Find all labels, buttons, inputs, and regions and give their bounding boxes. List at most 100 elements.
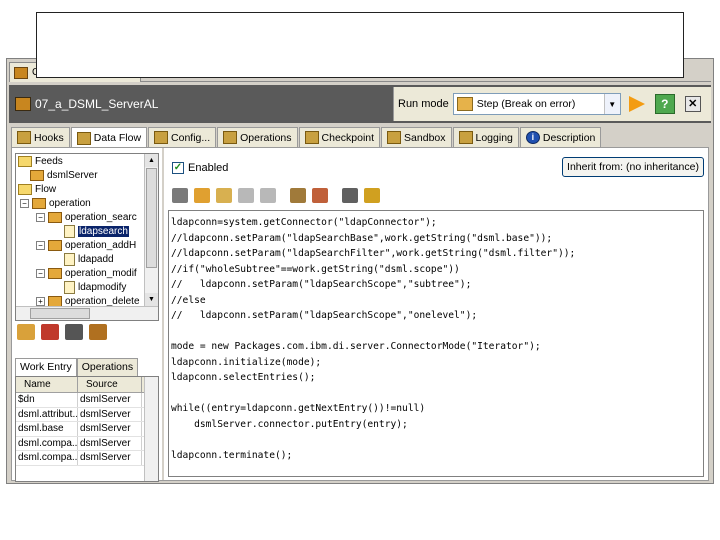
run-mode-value: Step (Break on error) (476, 98, 576, 110)
tree-item-operation[interactable]: − operation (20, 196, 91, 210)
inherit-from-button[interactable]: Inherit from: (no inheritance) (562, 157, 704, 177)
scroll-thumb[interactable] (30, 308, 90, 319)
cell-name: $dn (16, 393, 78, 407)
chevron-down-icon[interactable]: ▼ (603, 94, 620, 114)
tree-item-ldapsearch[interactable]: ldapsearch (64, 224, 129, 238)
run-mode-select[interactable]: Step (Break on error) ▼ (452, 93, 621, 115)
paste-icon[interactable] (216, 188, 232, 203)
table-row[interactable]: dsml.compa... dsmlServer (16, 436, 158, 451)
tree-item-feeds[interactable]: Feeds (18, 154, 63, 168)
cell-source: dsmlServer (78, 422, 142, 436)
tree-item-dsmlserver[interactable]: dsmlServer (30, 168, 98, 182)
tab-config[interactable]: Config... (148, 127, 217, 147)
scroll-down-icon[interactable]: ▼ (145, 293, 158, 306)
run-button[interactable] (628, 96, 645, 112)
tree-item-label: operation_searc (65, 211, 137, 223)
tree-item-operation-modify[interactable]: − operation_modif (36, 266, 137, 280)
tree-item-label: operation_delete (65, 295, 140, 307)
script-text[interactable]: ldapconn=system.getConnector("ldapConnec… (169, 211, 703, 463)
hooks-icon (17, 131, 31, 144)
scroll-up-icon[interactable]: ▲ (145, 154, 158, 167)
user-icon[interactable] (89, 324, 107, 340)
delete-icon[interactable] (41, 324, 59, 340)
tree-item-label: ldapadd (78, 253, 114, 265)
checkpoint-icon (304, 131, 319, 144)
copy-icon[interactable] (194, 188, 210, 203)
cell-source: dsmlServer (78, 393, 142, 407)
config-icon (154, 131, 169, 144)
editor-titlebar: 07_a_DSML_ServerAL Run mode Step (Break … (9, 85, 711, 123)
tab-checkpoint[interactable]: Checkpoint (298, 127, 381, 147)
enabled-label: Enabled (188, 162, 229, 174)
cut-icon[interactable] (172, 188, 188, 203)
redo-icon[interactable] (260, 188, 276, 203)
enabled-checkbox[interactable]: ✓ (172, 162, 184, 174)
cell-name: dsml.compa... (18, 436, 78, 450)
case-icon (48, 239, 62, 251)
replace-icon[interactable] (312, 188, 328, 203)
assembly-line-icon (15, 97, 31, 111)
find-icon[interactable] (290, 188, 306, 203)
application-window: C 07_a_DSML_ServerAL Run mode Step (Brea… (6, 58, 714, 484)
logging-icon (458, 131, 473, 144)
tree-item-operation-add[interactable]: − operation_addH (36, 238, 136, 252)
table-row[interactable]: dsml.compa... dsmlServer (16, 451, 158, 466)
tab-strip-line (141, 81, 711, 82)
scroll-thumb[interactable] (146, 168, 157, 268)
help-button[interactable]: ? (654, 94, 675, 114)
switch-icon (32, 197, 46, 209)
tab-label: Operations (240, 131, 292, 144)
collapse-icon[interactable]: − (36, 240, 45, 250)
table-row[interactable]: dsml.attribut... dsmlServer (16, 407, 158, 422)
collapse-icon[interactable]: − (20, 198, 29, 208)
speaker-icon[interactable] (342, 188, 358, 203)
undo-icon[interactable] (238, 188, 254, 203)
collapse-icon[interactable]: − (36, 268, 45, 278)
tree-item-ldapadd[interactable]: ldapadd (64, 252, 114, 266)
grid-vertical-scrollbar[interactable] (144, 377, 158, 481)
tree-item-operation-search[interactable]: − operation_searc (36, 210, 137, 224)
tree-item-label: Flow (35, 183, 57, 195)
tab-description[interactable]: i Description (519, 127, 602, 147)
expand-icon[interactable]: + (36, 296, 45, 306)
add-component-icon[interactable] (17, 324, 35, 340)
tab-operations[interactable]: Operations (217, 127, 298, 147)
table-row[interactable]: $dn dsmlServer (16, 393, 158, 408)
tab-data-flow[interactable]: Data Flow (70, 127, 148, 148)
edit-pencil-icon[interactable] (364, 188, 380, 203)
tab-logging[interactable]: Logging (452, 127, 519, 147)
script-icon (64, 252, 75, 266)
tab-sandbox[interactable]: Sandbox (381, 127, 452, 147)
attribute-map-icon[interactable] (65, 324, 83, 340)
tree-item-label: ldapsearch (78, 225, 129, 237)
tree-item-label: ldapmodify (78, 281, 127, 293)
tab-work-entry[interactable]: Work Entry (15, 358, 77, 376)
tree-toolbar (17, 324, 107, 340)
script-toolbar (172, 188, 380, 203)
tab-hooks[interactable]: Hooks (11, 127, 70, 147)
enabled-toggle[interactable]: ✓ Enabled (172, 162, 228, 174)
tree-item-flow[interactable]: Flow (18, 182, 56, 196)
script-icon (64, 280, 75, 294)
script-icon (64, 224, 75, 238)
collapse-icon[interactable]: − (36, 212, 45, 222)
column-header-name[interactable]: Name (16, 377, 78, 392)
flow-tree[interactable]: Feeds dsmlServer Flow − operation − operat… (15, 153, 159, 321)
tree-item-ldapmodify[interactable]: ldapmodify (64, 280, 126, 294)
tree-vertical-scrollbar[interactable]: ▲ ▼ (144, 154, 158, 306)
tab-operations-grid[interactable]: Operations (76, 358, 139, 376)
data-flow-icon (76, 131, 91, 145)
table-row[interactable]: dsml.base dsmlServer (16, 422, 158, 437)
tab-label: Hooks (34, 131, 64, 144)
cell-name: dsml.base (16, 422, 78, 436)
tree-horizontal-scrollbar[interactable] (16, 306, 158, 320)
column-header-source[interactable]: Source (78, 377, 142, 392)
panel-splitter[interactable] (162, 148, 164, 480)
tree-item-label: operation_modif (65, 267, 137, 279)
close-button[interactable]: ✕ (684, 96, 701, 112)
run-mode-panel: Run mode Step (Break on error) ▼ ? ✕ (393, 87, 711, 121)
script-editor[interactable]: ldapconn=system.getConnector("ldapConnec… (168, 210, 704, 477)
cell-name: dsml.attribut... (18, 407, 78, 421)
work-entry-tabs: Work Entry Operations (15, 358, 139, 376)
tab-label: Config... (171, 131, 211, 144)
